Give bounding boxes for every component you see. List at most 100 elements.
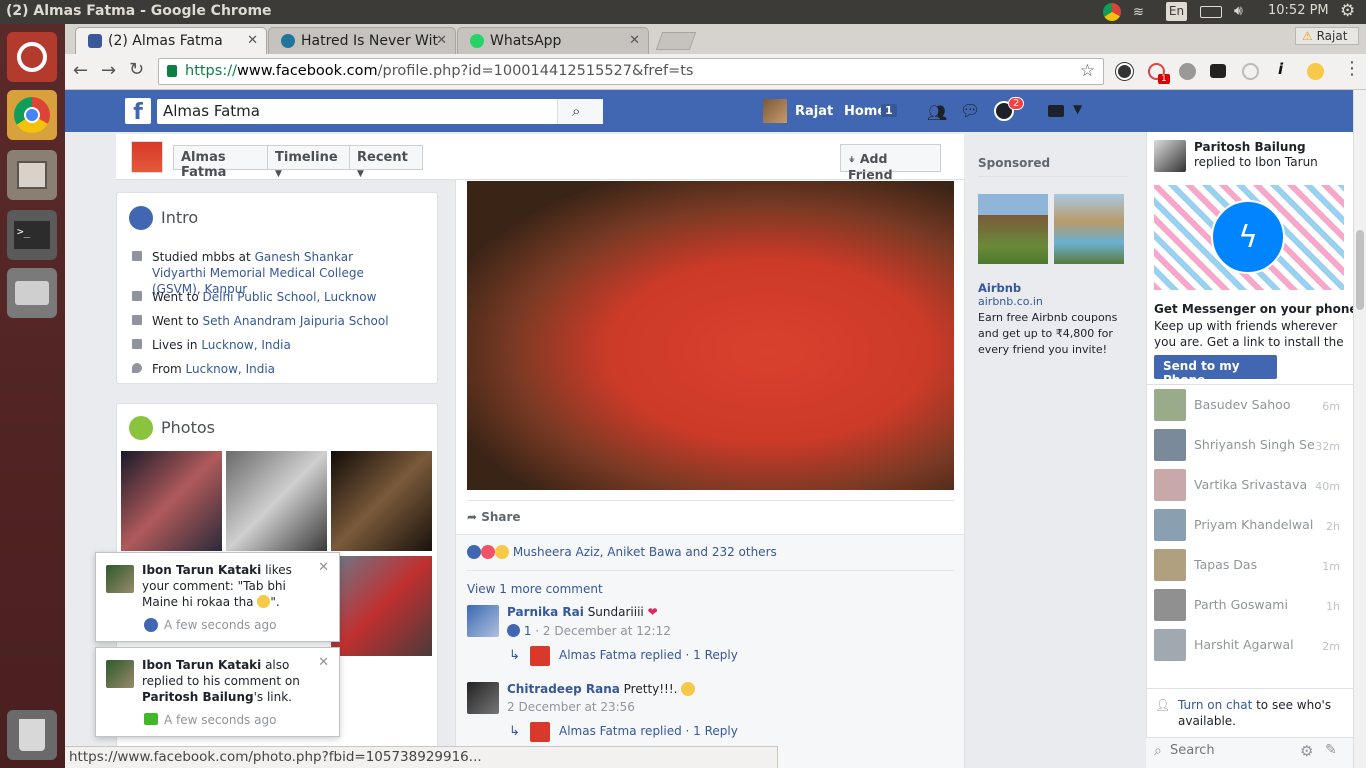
- profile-name: Rajat: [1316, 29, 1348, 43]
- forward-button[interactable]: →: [101, 60, 116, 81]
- user-avatar[interactable]: [763, 99, 787, 123]
- intro-prefix: Lives in: [152, 338, 202, 352]
- chat-search-input[interactable]: [1170, 743, 1290, 758]
- tab-almas-fatma[interactable]: (2) Almas Fatma ✕: [75, 27, 267, 54]
- chat-contact[interactable]: Tapas Das 1m: [1154, 549, 1344, 581]
- search-button[interactable]: ⌕: [557, 99, 603, 124]
- messages-icon[interactable]: 💬︎: [960, 101, 982, 120]
- reactions-row[interactable]: Musheera Aziz, Aniket Bawa and 232 other…: [467, 545, 777, 559]
- system-gear-icon[interactable]: ⚙: [1340, 1, 1355, 21]
- extension-info-icon[interactable]: i: [1278, 60, 1283, 78]
- comment-avatar[interactable]: [467, 682, 499, 714]
- lives-in-link[interactable]: Lucknow, India: [201, 338, 290, 352]
- recent-label: Recent: [357, 150, 408, 165]
- recent-dropdown[interactable]: Recent ▼: [349, 145, 423, 179]
- comment-author-link[interactable]: Chitradeep Rana: [507, 682, 620, 696]
- chat-contact[interactable]: Harshit Agarwal 2m: [1154, 629, 1344, 661]
- add-friend-button[interactable]: ⍖ Add Friend: [840, 144, 941, 182]
- school-link[interactable]: Delhi Public School, Lucknow: [203, 290, 377, 304]
- send-to-phone-button[interactable]: Send to my Phone: [1154, 355, 1277, 387]
- chat-contact[interactable]: Shriyansh Singh Se... 32m: [1154, 429, 1344, 461]
- disk-icon[interactable]: [7, 268, 57, 318]
- chrome-tray-icon[interactable]: [1103, 3, 1121, 21]
- notification-popup[interactable]: Ibon Tarun Kataki likes your comment: "T…: [95, 552, 340, 642]
- turn-on-chat-link[interactable]: Turn on chat: [1178, 698, 1252, 712]
- chat-contact[interactable]: Priyam Khandelwal 2h: [1154, 509, 1344, 541]
- new-tab-button[interactable]: [655, 32, 697, 50]
- reply-avatar[interactable]: [530, 722, 550, 742]
- reply-avatar[interactable]: [530, 646, 550, 666]
- notification-popup[interactable]: Ibon Tarun Kataki also replied to his co…: [95, 647, 340, 737]
- comment-avatar[interactable]: [467, 605, 499, 637]
- photo-thumbnail[interactable]: [331, 451, 432, 551]
- extension-soccer-icon[interactable]: [1116, 63, 1133, 80]
- facebook-logo-icon[interactable]: f: [125, 98, 151, 125]
- post-photo[interactable]: [467, 181, 954, 490]
- comment-timestamp[interactable]: 2 December at 23:56: [507, 700, 635, 714]
- close-notification-icon[interactable]: ✕: [318, 560, 329, 576]
- comment-author-link[interactable]: Parnika Rai: [507, 605, 584, 619]
- ticker-story[interactable]: Paritosh Bailung replied to Ibon Tarun K…: [1194, 140, 1346, 170]
- close-tab-icon[interactable]: ✕: [247, 33, 258, 48]
- battery-icon[interactable]: [1200, 6, 1222, 18]
- new-message-compose-icon[interactable]: ✎: [1325, 742, 1337, 758]
- bookmark-star-icon[interactable]: ☆: [1080, 61, 1095, 81]
- volume-icon[interactable]: 🔊︎: [1234, 3, 1243, 19]
- ad-image-pool[interactable]: [1054, 194, 1124, 264]
- view-more-comments-link[interactable]: View 1 more comment: [467, 582, 603, 596]
- terminal-icon[interactable]: >_: [7, 210, 57, 260]
- comment-timestamp[interactable]: · 2 December at 12:12: [535, 624, 671, 638]
- extension-blocked-icon[interactable]: [1242, 63, 1259, 80]
- wifi-icon[interactable]: ≋: [1133, 5, 1151, 20]
- friend-requests-icon[interactable]: 👥︎: [927, 103, 947, 122]
- share-button[interactable]: ➦ Share: [467, 510, 521, 524]
- ad-domain[interactable]: airbnb.co.in: [978, 295, 1043, 308]
- chat-contact[interactable]: Basudev Sahoo 6m: [1154, 389, 1344, 421]
- ad-name-link[interactable]: Airbnb: [978, 281, 1021, 295]
- comment-like-count[interactable]: 1: [524, 624, 532, 638]
- back-button[interactable]: ←: [73, 60, 88, 81]
- photo-thumbnail[interactable]: [331, 556, 432, 656]
- chat-contact[interactable]: Vartika Srivastava 40m: [1154, 469, 1344, 501]
- close-tab-icon[interactable]: ✕: [629, 33, 640, 48]
- profile-button[interactable]: ⚠ Rajat: [1295, 27, 1359, 45]
- tab-hatred[interactable]: Hatred Is Never Wit ✕: [268, 27, 456, 54]
- school-link-2[interactable]: Seth Anandram Jaipuria School: [203, 314, 389, 328]
- hometown-link[interactable]: Lucknow, India: [186, 362, 275, 376]
- profile-name-button[interactable]: Almas Fatma: [173, 145, 268, 180]
- close-notification-icon[interactable]: ✕: [318, 655, 329, 671]
- keyboard-lang-indicator[interactable]: En: [1166, 2, 1187, 21]
- privacy-shortcuts-icon[interactable]: [1048, 105, 1064, 117]
- files-icon[interactable]: [7, 150, 57, 200]
- tab-whatsapp[interactable]: WhatsApp ✕: [457, 27, 649, 54]
- ad-image-house[interactable]: [978, 194, 1048, 264]
- user-name-link[interactable]: Rajat: [795, 104, 833, 119]
- reply-summary[interactable]: Almas Fatma replied · 1 Reply: [559, 724, 738, 738]
- trash-icon[interactable]: [7, 710, 57, 760]
- extension-globe-icon[interactable]: [1179, 63, 1196, 80]
- page-scrollbar[interactable]: [1353, 90, 1366, 768]
- chrome-menu-icon[interactable]: ⋮: [1343, 58, 1361, 79]
- scrollbar-thumb[interactable]: [1356, 230, 1364, 310]
- photo-thumbnail[interactable]: [226, 451, 327, 551]
- account-menu-chevron-down-icon[interactable]: ▼: [1073, 102, 1082, 116]
- chrome-launcher-icon[interactable]: [7, 90, 57, 140]
- clock[interactable]: 10:52 PM: [1268, 3, 1329, 18]
- close-tab-icon[interactable]: ✕: [436, 33, 447, 48]
- extension-incognito-icon[interactable]: [1210, 64, 1226, 78]
- timeline-dropdown[interactable]: Timeline ▼: [267, 145, 350, 179]
- facebook-search-input[interactable]: Almas Fatma: [157, 99, 603, 124]
- chat-contact[interactable]: Parth Goswami 1h: [1154, 589, 1344, 621]
- extension-emoji-icon[interactable]: [1307, 63, 1324, 80]
- reply-summary[interactable]: Almas Fatma replied · 1 Reply: [559, 648, 738, 662]
- home-link[interactable]: Home: [844, 104, 886, 119]
- profile-thumbnail[interactable]: [131, 141, 163, 173]
- messenger-promo-image[interactable]: ϟ: [1154, 185, 1344, 290]
- address-bar[interactable]: https://www.facebook.com/profile.php?id=…: [158, 58, 1104, 85]
- ubuntu-dash-icon[interactable]: [7, 32, 57, 82]
- tab-label: Hatred Is Never Wit: [301, 33, 438, 49]
- reload-button[interactable]: ↻: [129, 59, 144, 80]
- chat-options-gear-icon[interactable]: ⚙: [1300, 742, 1313, 760]
- ticker-avatar[interactable]: [1154, 140, 1186, 172]
- photo-thumbnail[interactable]: [121, 451, 222, 551]
